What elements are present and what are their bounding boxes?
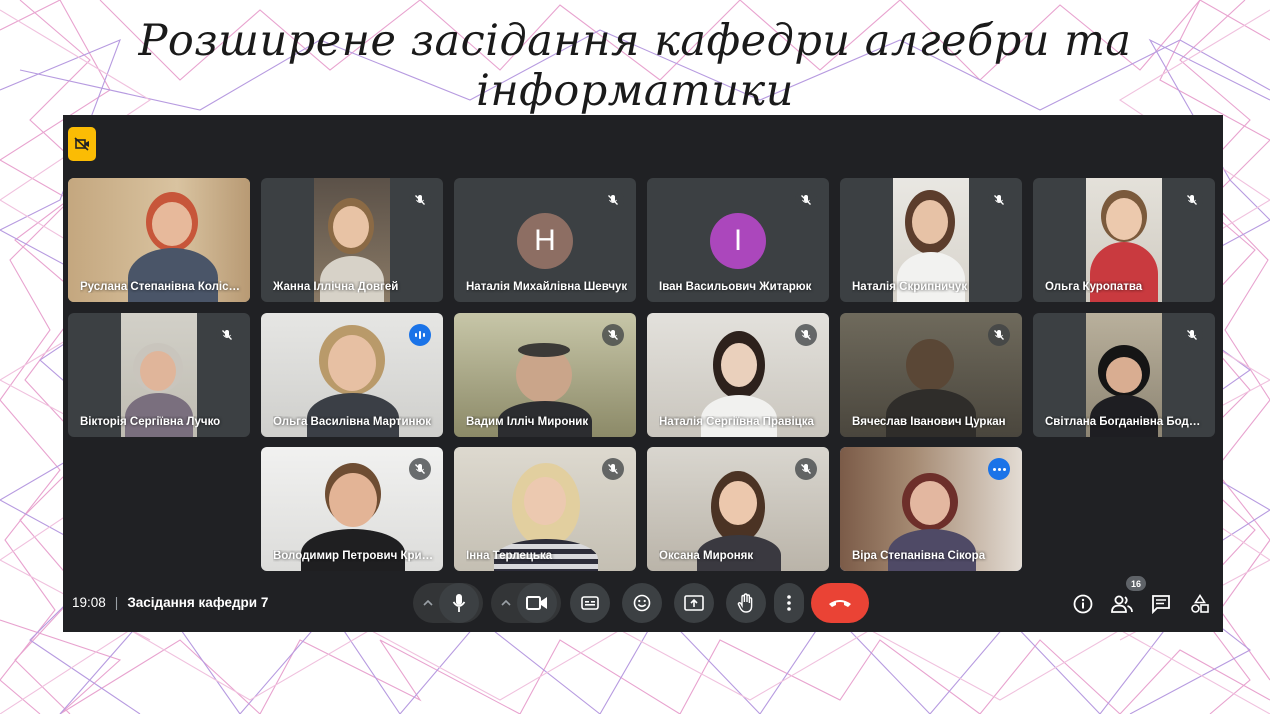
mic-off-icon — [1181, 324, 1203, 346]
participant-name: Віра Степанівна Сікора — [852, 550, 986, 562]
more-options-icon[interactable] — [988, 458, 1010, 480]
participant-tile[interactable]: Ольга Василівна Мартинюк — [261, 313, 443, 437]
participant-name: Вячеслав Іванович Цуркан — [852, 416, 1006, 428]
meeting-time: 19:08 — [72, 595, 106, 610]
more-options-button[interactable] — [774, 583, 804, 623]
camera-options-chevron-up-icon[interactable] — [495, 600, 517, 606]
participant-tile[interactable]: Жанна Іллічна Довгей — [261, 178, 443, 302]
participant-name: Наталія Сергіївна Правіцка — [659, 416, 814, 428]
participant-name: Вікторія Сергіївна Лучко — [80, 416, 221, 428]
participant-tile[interactable]: Володимир Петрович Кривенко — [261, 447, 443, 571]
mic-options-chevron-up-icon[interactable] — [417, 600, 439, 606]
participant-tile[interactable]: Світлана Богданівна Боднарук — [1033, 313, 1215, 437]
participant-avatar: H — [517, 213, 573, 269]
participant-name: Ольга Куропатва — [1045, 281, 1143, 293]
end-call-button[interactable] — [811, 583, 869, 623]
mic-off-icon — [602, 189, 624, 211]
slide-title: Розширене засідання кафедри алгебри та і… — [138, 16, 1132, 116]
mic-off-icon — [602, 458, 624, 480]
video-camera-button[interactable] — [517, 583, 557, 623]
mic-off-icon — [795, 458, 817, 480]
participant-tile[interactable]: H Наталія Михайлівна Шевчук — [454, 178, 636, 302]
participant-tile[interactable]: Вячеслав Іванович Цуркан — [840, 313, 1022, 437]
participant-name: Руслана Степанівна Колісник — [80, 281, 242, 293]
meeting-separator: | — [114, 595, 119, 610]
mic-off-icon — [795, 189, 817, 211]
chat-icon[interactable] — [1148, 591, 1174, 617]
participant-avatar: I — [710, 213, 766, 269]
participant-tile-selected[interactable]: Віра Степанівна Сікора — [840, 447, 1022, 571]
closed-captions-button[interactable] — [570, 583, 610, 623]
participant-count-badge: 16 — [1126, 576, 1146, 591]
mic-off-icon — [602, 324, 624, 346]
participant-name: Наталія Михайлівна Шевчук — [466, 281, 628, 293]
mic-off-icon — [1181, 189, 1203, 211]
participant-name: Оксана Мироняк — [659, 550, 754, 562]
participant-name: Жанна Іллічна Довгей — [273, 281, 399, 293]
meet-window: Руслана Степанівна Колісник Жанна Іллічн… — [63, 115, 1223, 632]
camera-control-group — [491, 583, 561, 623]
mic-off-icon — [795, 324, 817, 346]
participant-tile[interactable]: I Іван Васильович Житарюк — [647, 178, 829, 302]
participant-name: Світлана Богданівна Боднарук — [1045, 416, 1207, 428]
microphone-button[interactable] — [439, 583, 479, 623]
participant-tile[interactable]: Інна Терлецька — [454, 447, 636, 571]
mic-off-icon — [988, 189, 1010, 211]
meeting-details: 19:08 | Засідання кафедри 7 — [72, 595, 268, 610]
mic-off-icon — [409, 458, 431, 480]
mic-off-icon — [409, 189, 431, 211]
participant-name: Іван Васильович Житарюк — [659, 281, 812, 293]
activities-icon[interactable] — [1187, 591, 1213, 617]
participant-name: Ольга Василівна Мартинюк — [273, 416, 432, 428]
participant-name: Наталія Скрипничук — [852, 281, 968, 293]
participant-name: Володимир Петрович Кривенко — [273, 550, 435, 562]
info-icon[interactable] — [1070, 591, 1096, 617]
emoji-reaction-button[interactable] — [622, 583, 662, 623]
participant-tile[interactable]: Ольга Куропатва — [1033, 178, 1215, 302]
participant-tile[interactable]: Вікторія Сергіївна Лучко — [68, 313, 250, 437]
raise-hand-button[interactable] — [726, 583, 766, 623]
mic-control-group — [413, 583, 483, 623]
participant-name: Інна Терлецька — [466, 550, 553, 562]
people-icon[interactable] — [1109, 591, 1135, 617]
camera-off-icon[interactable] — [68, 127, 96, 161]
speaking-indicator-icon — [409, 324, 431, 346]
mic-off-icon — [216, 324, 238, 346]
participant-tile[interactable]: Наталія Сергіївна Правіцка — [647, 313, 829, 437]
present-screen-button[interactable] — [674, 583, 714, 623]
participant-name: Вадим Ілліч Мироник — [466, 416, 589, 428]
mic-off-icon — [988, 324, 1010, 346]
participant-tile[interactable]: Руслана Степанівна Колісник — [68, 178, 250, 302]
participant-tile[interactable]: Оксана Мироняк — [647, 447, 829, 571]
participant-tile[interactable]: Наталія Скрипничук — [840, 178, 1022, 302]
participant-tile[interactable]: Вадим Ілліч Мироник — [454, 313, 636, 437]
meeting-name: Засідання кафедри 7 — [127, 595, 269, 610]
